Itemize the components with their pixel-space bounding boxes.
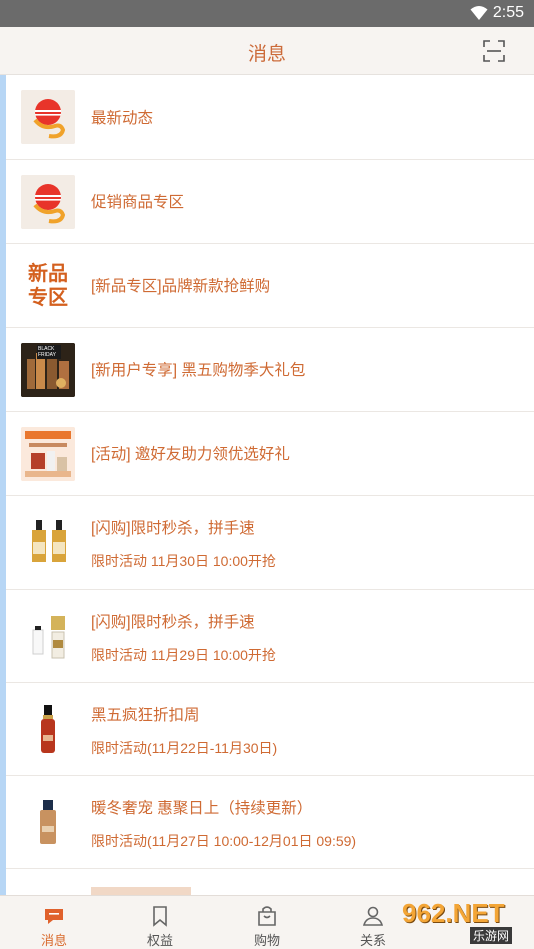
item-title: [闪购]限时秒杀，拼手速 [91,614,255,631]
shopping-bag-icon [258,906,276,926]
nav-label: 权益 [146,933,173,948]
serum-bottles [21,516,75,570]
gift-promo-banner [21,427,75,481]
status-bar: 2:55 [0,0,534,27]
scan-icon[interactable] [482,39,506,63]
status-time: 2:55 [492,4,524,21]
list-item[interactable]: BLACK FRIDAY [新用户专享] 黑五购物季大礼包 [6,328,534,412]
item-subtitle: 限时活动 11月29日 10:00开抢 [91,647,276,663]
wifi-icon [470,6,488,20]
list-item[interactable]: 新品 专区 [新品专区]品牌新款抢鲜购 [6,244,534,328]
nav-label: 消息 [40,933,67,948]
item-title: [活动] 邀好友助力领优选好礼 [91,446,290,463]
item-title: 暖冬奢宠 惠聚日上（持续更新） [91,800,313,817]
new-product-badge: 新品 专区 [21,259,75,313]
list-item[interactable]: 最新动态 [6,75,534,160]
item-subtitle: 限时活动(11月22日-11月30日) [91,740,278,756]
site-watermark: 962.NET 乐游网 [396,898,528,944]
black-friday-text: BLACK FRIDAY [38,346,56,358]
watermark-sub: 乐游网 [470,927,513,944]
partially-hidden-title [91,887,191,895]
item-title: [闪购]限时秒杀，拼手速 [91,520,255,537]
watermark-main: 962.NET [402,898,505,928]
list-item[interactable] [6,869,534,895]
item-title: 最新动态 [91,110,154,127]
item-title: 促销商品专区 [91,194,185,211]
perfume-bottle [21,610,75,664]
list-item[interactable]: [活动] 邀好友助力领优选好礼 [6,412,534,496]
item-title: [新品专区]品牌新款抢鲜购 [91,278,271,295]
bookmark-icon [153,906,167,927]
page-title: 消息 [247,44,286,65]
item-subtitle: 限时活动 11月30日 10:00开抢 [91,553,276,569]
nav-label: 购物 [253,933,280,948]
list-item[interactable]: 黑五疯狂折扣周 限时活动(11月22日-11月30日) [6,683,534,776]
foundation-bottle [21,796,75,850]
item-title: 黑五疯狂折扣周 [91,707,200,724]
list-item[interactable]: 促销商品专区 [6,160,534,244]
contact-icon [362,906,384,926]
top-header: 消息 [0,27,534,75]
nav-benefits[interactable]: 权益 [106,896,214,949]
list-item[interactable]: [闪购]限时秒杀，拼手速 限时活动 11月30日 10:00开抢 [6,496,534,590]
item-subtitle: 限时活动(11月27日 10:00-12月01日 09:59) [91,833,357,849]
brand-logo-icon [21,175,75,229]
new-product-badge-text: 新品 专区 [28,263,68,309]
black-friday-banner: BLACK FRIDAY [21,343,75,397]
red-serum-bottle [21,703,75,757]
nav-messages[interactable]: 消息 [0,896,108,949]
chat-icon [45,909,63,924]
nav-shopping[interactable]: 购物 [213,896,321,949]
item-title: [新用户专享] 黑五购物季大礼包 [91,362,306,379]
message-list[interactable]: 最新动态 促销商品专区 新品 专区 [新品专区]品牌新款抢鲜购 BLACK FR… [0,75,534,895]
brand-logo-icon [21,90,75,144]
list-item[interactable]: [闪购]限时秒杀，拼手速 限时活动 11月29日 10:00开抢 [6,590,534,683]
list-item[interactable]: 暖冬奢宠 惠聚日上（持续更新） 限时活动(11月27日 10:00-12月01日… [6,776,534,869]
